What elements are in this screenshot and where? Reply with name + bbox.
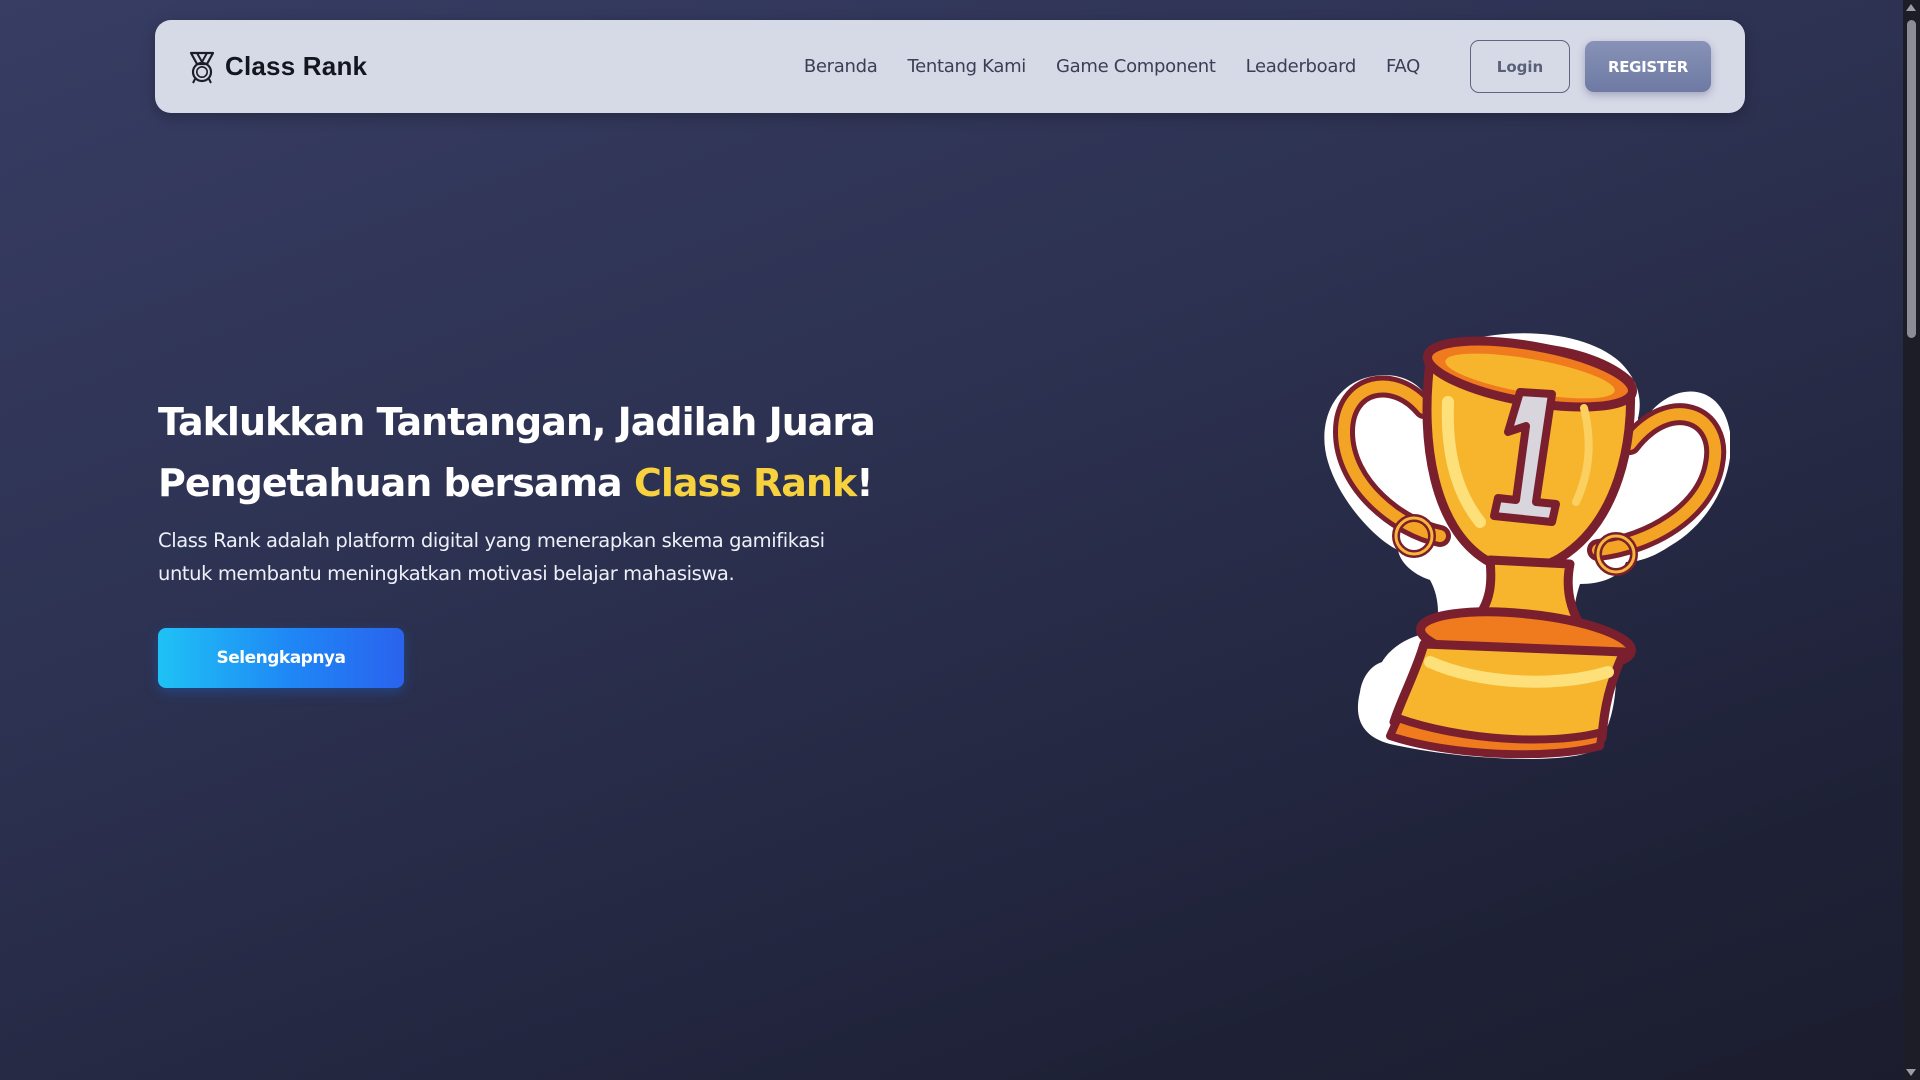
hero-title-end: !: [856, 461, 873, 505]
register-button[interactable]: REGISTER: [1585, 41, 1711, 92]
brand-name: Class Rank: [225, 51, 368, 81]
medal-trophy-icon: [185, 50, 219, 84]
nav-link-game-component[interactable]: Game Component: [1056, 56, 1216, 77]
hero-description: Class Rank adalah platform digital yang …: [158, 529, 825, 585]
hero-title: Taklukkan Tantangan, Jadilah Juara Penge…: [158, 392, 958, 514]
brand-logo-link[interactable]: Class Rank: [185, 50, 367, 84]
nav-link-tentang-kami[interactable]: Tentang Kami: [907, 56, 1026, 77]
login-button[interactable]: Login: [1470, 40, 1570, 93]
scrollbar-thumb[interactable]: [1907, 20, 1916, 338]
trophy-number-1-icon: [1320, 322, 1731, 762]
learn-more-button[interactable]: Selengkapnya: [158, 628, 404, 688]
hero-title-accent: Class Rank: [633, 461, 857, 505]
scroll-down-arrow-icon[interactable]: [1906, 1069, 1916, 1076]
page-scrollbar[interactable]: [1903, 0, 1920, 1080]
nav-links: Beranda Tentang Kami Game Component Lead…: [804, 40, 1570, 93]
nav-link-beranda[interactable]: Beranda: [804, 56, 878, 77]
nav-link-faq[interactable]: FAQ: [1386, 56, 1420, 77]
scroll-up-arrow-icon[interactable]: [1906, 4, 1916, 11]
top-navbar: Class Rank Beranda Tentang Kami Game Com…: [155, 20, 1745, 113]
nav-link-leaderboard[interactable]: Leaderboard: [1246, 56, 1357, 77]
